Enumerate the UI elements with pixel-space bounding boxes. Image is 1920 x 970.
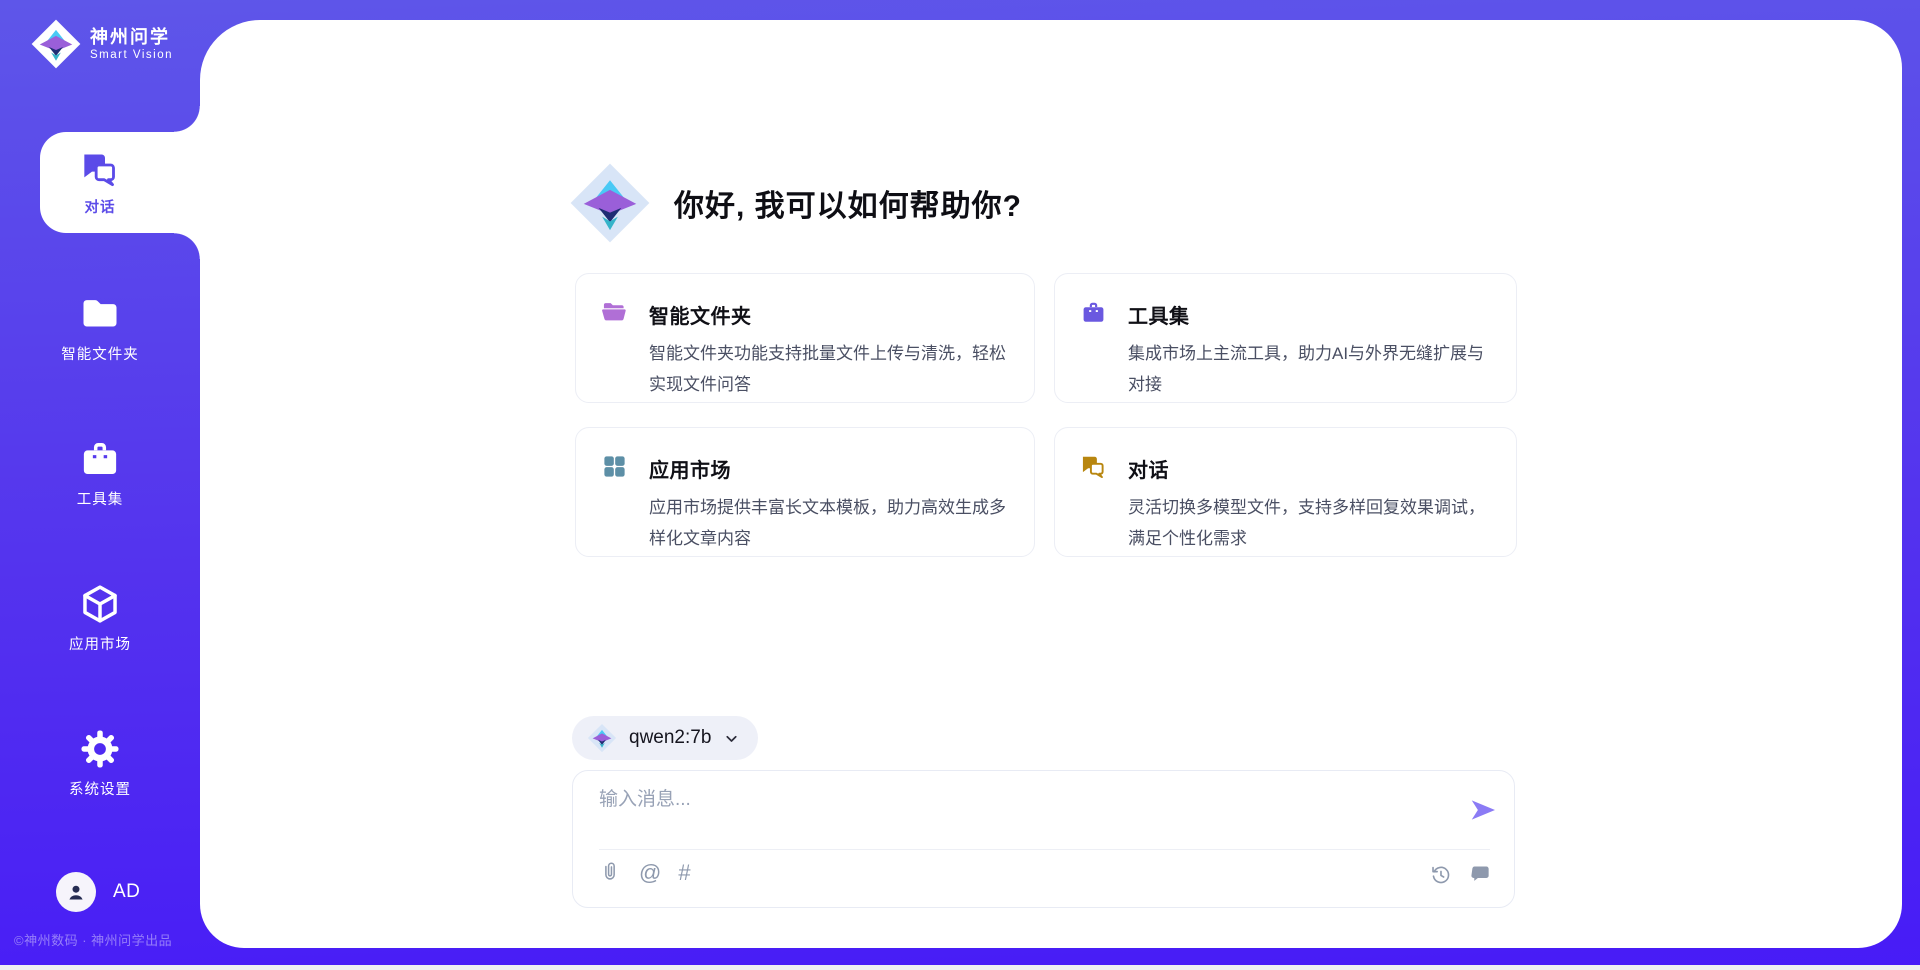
toolbox-icon — [1080, 299, 1107, 326]
apps-grid-icon — [601, 453, 628, 480]
brand-name: 神州问学 — [90, 27, 173, 49]
card-title: 智能文件夹 — [649, 300, 1017, 329]
card-title: 对话 — [1128, 454, 1496, 483]
tab-fillet-top — [174, 106, 200, 132]
copyright-footer: ©神州数码 · 神州问学出品 — [14, 930, 172, 949]
send-button[interactable] — [1468, 795, 1498, 825]
gear-icon — [78, 727, 122, 771]
person-icon — [64, 880, 88, 904]
card-toolbox[interactable]: 工具集 集成市场上主流工具，助力AI与外界无缝扩展与对接 — [1054, 273, 1517, 403]
card-title: 工具集 — [1128, 300, 1496, 329]
toolbox-icon — [78, 437, 122, 481]
chevron-down-icon — [723, 730, 740, 747]
sidebar-item-label: 智能文件夹 — [61, 343, 139, 364]
send-icon — [1468, 795, 1498, 825]
sidebar-item-smart-folder[interactable]: 智能文件夹 — [0, 277, 200, 378]
sidebar-item-label: 应用市场 — [69, 633, 131, 654]
folder-open-icon — [601, 299, 628, 326]
model-selector[interactable]: qwen2:7b — [572, 716, 758, 760]
sidebar-item-app-market[interactable]: 应用市场 — [0, 567, 200, 668]
paperclip-icon[interactable] — [599, 861, 622, 884]
greeting: 你好, 我可以如何帮助你? — [568, 161, 1022, 245]
sidebar-item-chat[interactable]: 对话 — [0, 132, 200, 233]
message-composer: @ # — [572, 770, 1515, 908]
horizontal-scrollbar[interactable] — [0, 965, 1920, 970]
diamond-logo-icon — [30, 18, 82, 70]
cube-icon — [78, 582, 122, 626]
message-input[interactable] — [599, 784, 1459, 842]
greeting-text: 你好, 我可以如何帮助你? — [674, 181, 1022, 225]
tab-fillet-bottom — [174, 233, 200, 259]
sidebar-item-label: 对话 — [85, 196, 116, 217]
folder-icon — [78, 292, 122, 336]
card-description: 灵活切换多模型文件，支持多样回复效果调试，满足个性化需求 — [1128, 492, 1496, 556]
sidebar-item-settings[interactable]: 系统设置 — [0, 712, 200, 813]
user-initials: AD — [113, 881, 140, 903]
card-description: 应用市场提供丰富长文本模板，助力高效生成多样化文章内容 — [649, 492, 1017, 556]
composer-divider — [599, 849, 1490, 850]
card-chat[interactable]: 对话 灵活切换多模型文件，支持多样回复效果调试，满足个性化需求 — [1054, 427, 1517, 557]
chat-bubble-icon[interactable] — [1469, 863, 1492, 886]
brand-logo: 神州问学 Smart Vision — [30, 18, 173, 70]
history-icon[interactable] — [1429, 863, 1452, 886]
user-account[interactable]: AD — [56, 872, 140, 912]
main-panel: 你好, 我可以如何帮助你? 智能文件夹 智能文件夹功能支持批量文件上传与清洗，轻… — [200, 20, 1902, 948]
composer-toolbar: @ # — [599, 861, 691, 884]
at-sign-icon[interactable]: @ — [639, 862, 661, 884]
card-app-market[interactable]: 应用市场 应用市场提供丰富长文本模板，助力高效生成多样化文章内容 — [575, 427, 1035, 557]
feature-cards: 智能文件夹 智能文件夹功能支持批量文件上传与清洗，轻松实现文件问答 工具集 集成… — [575, 273, 1517, 557]
composer-right-tools — [1429, 863, 1492, 886]
card-title: 应用市场 — [649, 454, 1017, 483]
card-smart-folder[interactable]: 智能文件夹 智能文件夹功能支持批量文件上传与清洗，轻松实现文件问答 — [575, 273, 1035, 403]
hash-icon[interactable]: # — [678, 862, 690, 884]
chat-bubbles-icon — [80, 149, 120, 189]
sidebar: 神州问学 Smart Vision 对话 智能文件夹 — [0, 0, 200, 970]
brand-text: 神州问学 Smart Vision — [90, 27, 173, 62]
sidebar-item-toolbox[interactable]: 工具集 — [0, 422, 200, 523]
card-description: 集成市场上主流工具，助力AI与外界无缝扩展与对接 — [1128, 338, 1496, 402]
active-tab-background — [40, 132, 200, 233]
diamond-logo-icon — [568, 161, 652, 245]
sidebar-item-label: 工具集 — [77, 488, 124, 509]
diamond-logo-icon — [587, 723, 617, 753]
avatar — [56, 872, 96, 912]
sidebar-item-label: 系统设置 — [69, 778, 131, 799]
brand-subtitle: Smart Vision — [90, 49, 173, 61]
model-name: qwen2:7b — [629, 727, 711, 749]
chat-bubbles-icon — [1080, 453, 1107, 480]
card-description: 智能文件夹功能支持批量文件上传与清洗，轻松实现文件问答 — [649, 338, 1017, 402]
